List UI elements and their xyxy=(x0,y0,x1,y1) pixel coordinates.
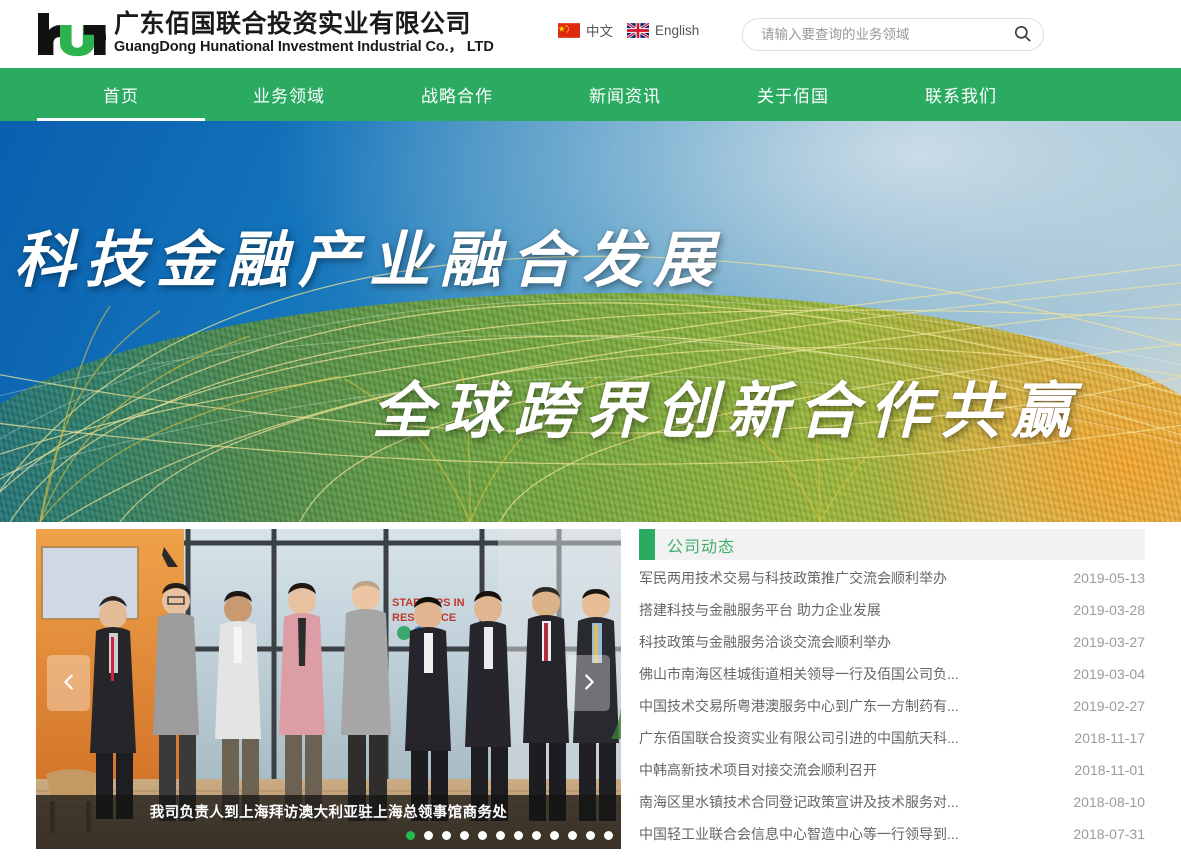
carousel-dot[interactable] xyxy=(550,831,559,840)
brand-block[interactable]: 广东佰国联合投资实业有限公司 GuangDong Hunational Inve… xyxy=(36,11,494,57)
photo-carousel[interactable]: STARTUPS IN RESIDENCE xyxy=(36,529,621,849)
lang-label-english: English xyxy=(655,22,700,38)
news-item-title: 科技政策与金融服务洽谈交流会顺利举办 xyxy=(639,634,891,650)
carousel-dot[interactable] xyxy=(514,831,523,840)
carousel-caption-bar: 我司负责人到上海拜访澳大利亚驻上海总领事馆商务处 xyxy=(36,795,621,849)
news-item[interactable]: 南海区里水镇技术合同登记政策宣讲及技术服务对... 2018-08-10 xyxy=(639,788,1145,820)
news-item[interactable]: 广东佰国联合投资实业有限公司引进的中国航天科... 2018-11-17 xyxy=(639,724,1145,756)
carousel-dot[interactable] xyxy=(496,831,505,840)
hero-network-arcs-graphic xyxy=(0,121,1181,522)
nav-label-about: 关于佰国 xyxy=(757,87,829,106)
hun-logo-icon[interactable] xyxy=(36,11,108,57)
news-item-title: 军民两用技术交易与科技政策推广交流会顺利举办 xyxy=(639,570,947,586)
carousel-prev-button[interactable] xyxy=(47,655,90,711)
flag-china-icon xyxy=(558,22,580,38)
carousel-dot[interactable] xyxy=(604,831,613,840)
chevron-right-icon xyxy=(578,671,600,696)
company-news-panel: 公司动态 军民两用技术交易与科技政策推广交流会顺利举办 2019-05-13 搭建科… xyxy=(639,529,1145,858)
nav-label-news: 新闻资讯 xyxy=(589,87,661,106)
news-item[interactable]: 佛山市南海区桂城街道相关领导一行及佰国公司负... 2019-03-04 xyxy=(639,660,1145,692)
news-item[interactable]: 中国轻工业联合会信息中心智造中心等一行领导到... 2018-07-31 xyxy=(639,820,1145,852)
news-item-date: 2018-11-01 xyxy=(1074,762,1145,778)
chevron-left-icon xyxy=(58,671,80,696)
news-item-title: 中国技术交易所粤港澳服务中心到广东一方制药有... xyxy=(639,698,959,714)
news-panel-title: 公司动态 xyxy=(667,538,736,556)
carousel-caption-text: 我司负责人到上海拜访澳大利亚驻上海总领事馆商务处 xyxy=(149,805,508,821)
nav-item-about[interactable]: 关于佰国 xyxy=(709,68,877,121)
nav-item-business[interactable]: 业务领域 xyxy=(205,68,373,121)
news-item-title: 佛山市南海区桂城街道相关领导一行及佰国公司负... xyxy=(639,666,959,682)
carousel-dot[interactable] xyxy=(568,831,577,840)
nav-item-news[interactable]: 新闻资讯 xyxy=(541,68,709,121)
brand-text: 广东佰国联合投资实业有限公司 GuangDong Hunational Inve… xyxy=(114,11,494,56)
hero-banner[interactable]: 科技金融产业融合发展 全球跨界创新合作共赢 xyxy=(0,121,1181,522)
news-item-date: 2019-05-13 xyxy=(1073,570,1145,586)
carousel-dot[interactable] xyxy=(478,831,487,840)
news-item-title: 中国轻工业联合会信息中心智造中心等一行领导到... xyxy=(639,826,959,842)
news-item-date: 2018-08-10 xyxy=(1073,794,1145,810)
news-item-date: 2018-11-17 xyxy=(1074,730,1145,746)
news-header-accent-block xyxy=(639,529,655,560)
carousel-dot[interactable] xyxy=(424,831,433,840)
lang-option-chinese[interactable]: 中文 xyxy=(558,20,613,40)
news-item[interactable]: 军民两用技术交易与科技政策推广交流会顺利举办 2019-05-13 xyxy=(639,564,1145,596)
news-item-title: 广东佰国联合投资实业有限公司引进的中国航天科... xyxy=(639,730,959,746)
news-item-date: 2019-02-27 xyxy=(1073,698,1145,714)
nav-item-home[interactable]: 首页 xyxy=(37,68,205,121)
search-input[interactable] xyxy=(761,27,1007,42)
news-panel-header: 公司动态 xyxy=(639,529,1145,560)
news-item[interactable]: 中国技术交易所粤港澳服务中心到广东一方制药有... 2019-02-27 xyxy=(639,692,1145,724)
hero-headline-2: 全球跨界创新合作共赢 xyxy=(372,379,1083,446)
news-list: 军民两用技术交易与科技政策推广交流会顺利举办 2019-05-13 搭建科技与金融服… xyxy=(639,560,1145,852)
search-button[interactable] xyxy=(1007,20,1037,50)
hero-headline-1: 科技金融产业融合发展 xyxy=(14,228,725,295)
search-box[interactable] xyxy=(742,18,1044,51)
carousel-dots xyxy=(406,831,613,840)
news-item-date: 2019-03-27 xyxy=(1073,634,1145,650)
nav-label-contact: 联系我们 xyxy=(925,87,997,106)
language-switcher: 中文 English xyxy=(558,20,699,40)
flag-uk-icon xyxy=(626,21,650,39)
lower-content-section: STARTUPS IN RESIDENCE xyxy=(0,522,1181,858)
news-item-date: 2019-03-04 xyxy=(1073,666,1145,682)
carousel-dot[interactable] xyxy=(442,831,451,840)
brand-name-en: GuangDong Hunational Investment Industri… xyxy=(114,39,494,56)
nav-label-home: 首页 xyxy=(103,87,139,106)
nav-item-contact[interactable]: 联系我们 xyxy=(877,68,1045,121)
news-item-title: 中韩高新技术项目对接交流会顺利召开 xyxy=(639,762,877,778)
carousel-dot[interactable] xyxy=(406,831,415,840)
lang-option-english[interactable]: English xyxy=(626,21,700,39)
news-item[interactable]: 搭建科技与金融服务平台 助力企业发展 2019-03-28 xyxy=(639,596,1145,628)
main-navigation: 首页 业务领域 战略合作 新闻资讯 关于佰国 联系我们 xyxy=(0,68,1181,121)
carousel-dot[interactable] xyxy=(532,831,541,840)
site-header: 广东佰国联合投资实业有限公司 GuangDong Hunational Inve… xyxy=(0,0,1181,68)
news-item-date: 2018-07-31 xyxy=(1073,826,1145,842)
news-item-date: 2019-03-28 xyxy=(1073,602,1145,618)
news-item-title: 南海区里水镇技术合同登记政策宣讲及技术服务对... xyxy=(639,794,959,810)
nav-label-cooperation: 战略合作 xyxy=(421,87,493,106)
carousel-dot[interactable] xyxy=(586,831,595,840)
news-item-title: 搭建科技与金融服务平台 助力企业发展 xyxy=(639,602,881,618)
nav-label-business: 业务领域 xyxy=(253,87,325,106)
lang-label-chinese: 中文 xyxy=(586,24,613,39)
news-item[interactable]: 中韩高新技术项目对接交流会顺利召开 2018-11-01 xyxy=(639,756,1145,788)
news-item[interactable]: 科技政策与金融服务洽谈交流会顺利举办 2019-03-27 xyxy=(639,628,1145,660)
brand-name-cn: 广东佰国联合投资实业有限公司 xyxy=(114,10,472,39)
carousel-next-button[interactable] xyxy=(567,655,610,711)
search-icon xyxy=(1013,24,1032,46)
nav-item-cooperation[interactable]: 战略合作 xyxy=(373,68,541,121)
carousel-dot[interactable] xyxy=(460,831,469,840)
